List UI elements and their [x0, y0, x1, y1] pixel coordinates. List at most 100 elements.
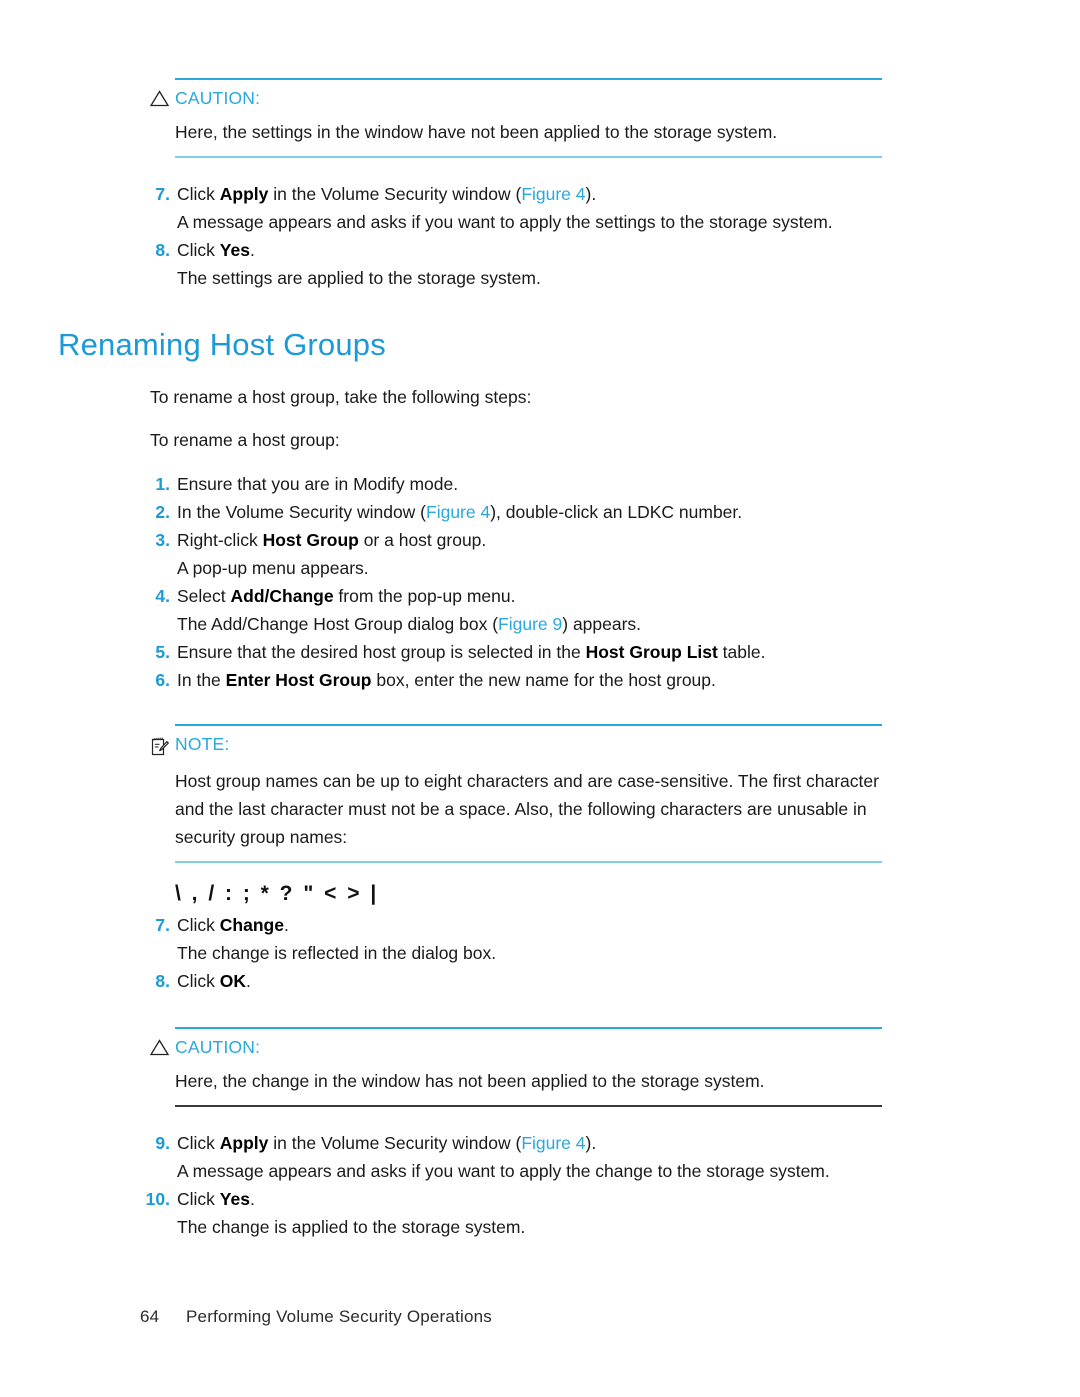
step-text-pre: Click — [177, 184, 220, 204]
step-emphasis: Host Group — [262, 530, 359, 550]
list-item: 1. Ensure that you are in Modify mode. — [140, 470, 900, 498]
page-footer: 64 Performing Volume Security Operations — [0, 1307, 1080, 1397]
step-text: Click Apply in the Volume Security windo… — [177, 184, 596, 204]
step-number: 7. — [155, 184, 170, 204]
step-number: 9. — [155, 1133, 170, 1153]
step-number: 7. — [155, 915, 170, 935]
step-emphasis: Apply — [219, 1133, 269, 1153]
list-item: 6. In the Enter Host Group box, enter th… — [140, 666, 900, 694]
step-result-text: A message appears and asks if you want t… — [177, 1161, 830, 1181]
caution-box-top: CAUTION: Here, the settings in the windo… — [0, 78, 1080, 158]
list-item: 7. Click Apply in the Volume Security wi… — [140, 180, 900, 236]
step-result-pre: The Add/Change Host Group dialog box ( — [177, 614, 499, 634]
list-item: 7. Click Change. The change is reflected… — [140, 911, 900, 967]
step-text: Click Change. — [177, 915, 289, 935]
caution-bottom-body: Here, the change in the window has not b… — [175, 1071, 765, 1091]
caution-box-bottom: CAUTION: Here, the change in the window … — [0, 1027, 1080, 1107]
list-item: 8. Click Yes. The settings are applied t… — [140, 236, 900, 292]
step-text-pre: Click — [177, 971, 220, 991]
step-text-pre: In the Volume Security window ( — [177, 502, 427, 522]
step-result-text: The settings are applied to the storage … — [177, 268, 541, 288]
caution-top-body: Here, the settings in the window have no… — [175, 122, 778, 142]
step-text: Click OK. — [177, 971, 251, 991]
step-result-text: The change is applied to the storage sys… — [177, 1217, 526, 1237]
step-text-mid: in the Volume Security window ( — [268, 184, 522, 204]
step-text-pre: Click — [177, 240, 220, 260]
step-text: Click Yes. — [177, 1189, 255, 1209]
note-title: NOTE: — [175, 734, 230, 754]
list-item: 3. Right-click Host Group or a host grou… — [140, 526, 900, 582]
footer-title: Performing Volume Security Operations — [186, 1307, 492, 1326]
step-emphasis: OK — [219, 971, 247, 991]
step-text: Right-click Host Group or a host group. — [177, 530, 486, 550]
steps-end-list: 9. Click Apply in the Volume Security wi… — [0, 1129, 1080, 1241]
step-result-text: The change is reflected in the dialog bo… — [177, 943, 497, 963]
step-emphasis: Yes — [219, 240, 250, 260]
caution-top-title: CAUTION: — [175, 88, 261, 108]
steps-top-list: 7. Click Apply in the Volume Security wi… — [0, 180, 1080, 292]
step-text: Click Apply in the Volume Security windo… — [177, 1133, 596, 1153]
section-intro-1: To rename a host group, take the followi… — [150, 387, 532, 407]
list-item: 10. Click Yes. The change is applied to … — [140, 1185, 900, 1241]
figure-reference-link[interactable]: Figure 4 — [521, 1133, 585, 1153]
step-text-pre: Ensure that the desired host group is se… — [177, 642, 586, 662]
step-result-text: The Add/Change Host Group dialog box (Fi… — [177, 610, 900, 638]
note-box: NOTE: Host group names can be up to eigh… — [0, 724, 1080, 863]
footer-inner: 64 Performing Volume Security Operations — [140, 1307, 1080, 1327]
step-text: Click Yes. — [177, 240, 255, 260]
step-emphasis: Enter Host Group — [225, 670, 372, 690]
step-text-mid: from the pop-up menu. — [333, 586, 516, 606]
step-text-post: ). — [585, 1133, 597, 1153]
caution-bottom-header: CAUTION: — [149, 1029, 1080, 1061]
step-number: 1. — [155, 474, 170, 494]
page-number: 64 — [140, 1307, 160, 1326]
step-text-post: . — [249, 240, 255, 260]
step-result-post: ) appears. — [562, 614, 642, 634]
step-text-post: . — [249, 1189, 255, 1209]
step-text-mid: or a host group. — [358, 530, 487, 550]
step-emphasis: Change — [219, 915, 284, 935]
warning-triangle-icon — [149, 87, 175, 112]
step-emphasis: Yes — [219, 1189, 250, 1209]
step-text-post: ). — [585, 184, 597, 204]
section-intro-2: To rename a host group: — [150, 430, 340, 450]
step-text-pre: Click — [177, 915, 220, 935]
step-text-pre: Right-click — [177, 530, 263, 550]
step-text: Select Add/Change from the pop-up menu. — [177, 586, 515, 606]
list-item: 5. Ensure that the desired host group is… — [140, 638, 900, 666]
step-number: 10. — [145, 1189, 170, 1209]
step-text: Ensure that the desired host group is se… — [177, 642, 766, 662]
note-body: Host group names can be up to eight char… — [175, 771, 879, 847]
step-emphasis: Host Group List — [585, 642, 718, 662]
step-text-pre: Click — [177, 1189, 220, 1209]
step-number: 2. — [155, 502, 170, 522]
step-number: 8. — [155, 971, 170, 991]
step-text-mid: . — [283, 915, 289, 935]
list-item: 2. In the Volume Security window (Figure… — [140, 498, 900, 526]
step-text-mid: box, enter the new name for the host gro… — [371, 670, 716, 690]
steps-after-note-list: 7. Click Change. The change is reflected… — [0, 911, 1080, 995]
unusable-characters-text: \ , / : ; * ? " < > | — [175, 882, 379, 905]
step-number: 5. — [155, 642, 170, 662]
figure-reference-link[interactable]: Figure 4 — [521, 184, 585, 204]
step-text-pre: Select — [177, 586, 231, 606]
step-text-mid: in the Volume Security window ( — [268, 1133, 522, 1153]
note-header: NOTE: — [150, 726, 1080, 761]
list-item: 9. Click Apply in the Volume Security wi… — [140, 1129, 900, 1185]
step-text: In the Enter Host Group box, enter the n… — [177, 670, 716, 690]
step-text: Ensure that you are in Modify mode. — [177, 474, 459, 494]
step-text-pre: In the — [177, 670, 226, 690]
step-result-text: A message appears and asks if you want t… — [177, 212, 833, 232]
figure-reference-link[interactable]: Figure 4 — [426, 502, 490, 522]
step-text: In the Volume Security window (Figure 4)… — [177, 502, 742, 522]
caution-bottom-title: CAUTION: — [175, 1037, 261, 1057]
page-title-wrap: Renaming Host Groups — [58, 326, 1080, 364]
step-number: 6. — [155, 670, 170, 690]
step-number: 4. — [155, 586, 170, 606]
warning-triangle-icon — [149, 1036, 175, 1061]
page-content: CAUTION: Here, the settings in the windo… — [0, 0, 1080, 1241]
step-result-text: A pop-up menu appears. — [177, 558, 369, 578]
step-emphasis: Add/Change — [230, 586, 334, 606]
figure-reference-link[interactable]: Figure 9 — [498, 614, 562, 634]
step-emphasis: Apply — [219, 184, 269, 204]
